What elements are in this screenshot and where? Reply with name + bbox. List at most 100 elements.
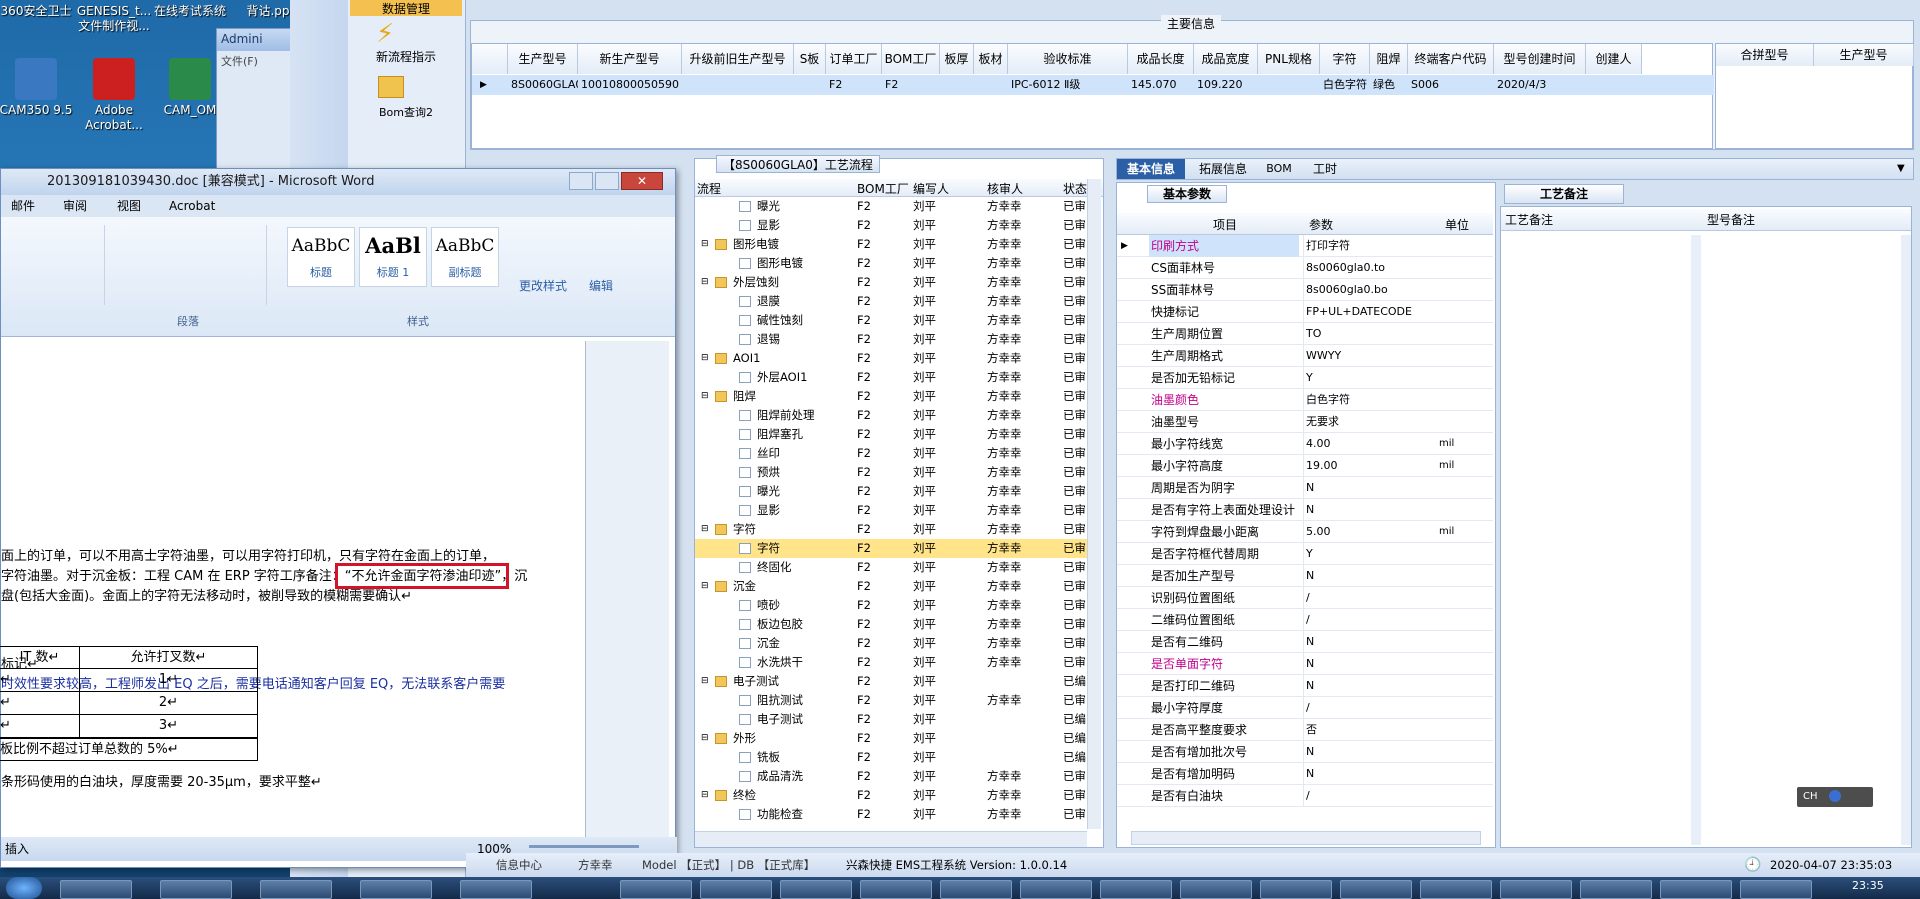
- param-value[interactable]: N: [1303, 763, 1433, 785]
- process-row[interactable]: 水洗烘干 F2 刘平 方幸幸 已审: [695, 653, 1095, 672]
- param-value[interactable]: /: [1303, 587, 1433, 609]
- process-row[interactable]: ⊟ AOI1 F2 刘平 方幸幸 已审: [695, 349, 1095, 368]
- param-value[interactable]: 19.00: [1303, 455, 1433, 477]
- taskbar-button[interactable]: [1660, 880, 1732, 899]
- collapse-icon[interactable]: ⊟: [701, 387, 709, 406]
- main-col-header[interactable]: BOM工厂: [882, 44, 940, 74]
- ime-toolbar[interactable]: CH: [1797, 787, 1873, 807]
- main-cell[interactable]: 白色字符: [1320, 75, 1370, 95]
- zoom-slider[interactable]: [529, 845, 639, 848]
- lightning-icon[interactable]: ⚡: [376, 20, 406, 48]
- start-button[interactable]: [6, 877, 42, 899]
- main-cell[interactable]: F2: [826, 75, 882, 95]
- param-value[interactable]: N: [1303, 675, 1433, 697]
- main-cell[interactable]: [1586, 75, 1642, 95]
- process-row[interactable]: 曝光 F2 刘平 方幸幸 已审: [695, 482, 1095, 501]
- desktop-icon[interactable]: Adobe Acrobat...: [74, 58, 154, 133]
- tab-dropdown-icon[interactable]: ▼: [1897, 159, 1905, 179]
- main-cell[interactable]: S006: [1408, 75, 1494, 95]
- param-row[interactable]: 识别码位置图纸 /: [1117, 587, 1493, 609]
- process-row[interactable]: ⊟ 电子测试 F2 刘平 已编: [695, 672, 1095, 691]
- param-row[interactable]: 字符到焊盘最小距离 5.00 mil: [1117, 521, 1493, 543]
- process-row[interactable]: ⊟ 终检 F2 刘平 方幸幸 已审: [695, 786, 1095, 805]
- style-subtitle[interactable]: AaBbC 副标题: [431, 227, 499, 287]
- param-value[interactable]: 白色字符: [1303, 389, 1433, 411]
- process-row[interactable]: 板边包胶 F2 刘平 方幸幸 已审: [695, 615, 1095, 634]
- process-row[interactable]: 阻焊塞孔 F2 刘平 方幸幸 已审: [695, 425, 1095, 444]
- col-param[interactable]: 参数: [1309, 216, 1333, 233]
- process-row[interactable]: 外层AOI1 F2 刘平 方幸幸 已审: [695, 368, 1095, 387]
- edit-button[interactable]: 编辑: [589, 277, 613, 294]
- collapse-icon[interactable]: ⊟: [701, 235, 709, 254]
- tab-extended-info[interactable]: 拓展信息: [1193, 159, 1253, 179]
- taskbar-button[interactable]: [620, 880, 692, 899]
- col-bom-factory[interactable]: BOM工厂: [857, 180, 909, 197]
- col-unit[interactable]: 单位: [1445, 216, 1469, 233]
- process-hscrollbar[interactable]: [695, 831, 1087, 847]
- taskbar-button[interactable]: [700, 880, 772, 899]
- main-cell[interactable]: 145.070: [1128, 75, 1194, 95]
- process-row[interactable]: 成品清洗 F2 刘平 方幸幸 已审: [695, 767, 1095, 786]
- taskbar-button[interactable]: [360, 880, 432, 899]
- process-row[interactable]: 显影 F2 刘平 方幸幸 已审: [695, 501, 1095, 520]
- param-row[interactable]: 是否加生产型号 N: [1117, 565, 1493, 587]
- col-writer[interactable]: 编写人: [913, 180, 949, 197]
- taskbar-button[interactable]: [940, 880, 1012, 899]
- process-row[interactable]: 终固化 F2 刘平 方幸幸 已审: [695, 558, 1095, 577]
- process-row[interactable]: 退锡 F2 刘平 方幸幸 已审: [695, 330, 1095, 349]
- ime-help-icon[interactable]: [1828, 790, 1841, 802]
- taskbar-button[interactable]: [1340, 880, 1412, 899]
- main-grid-row[interactable]: ▶ 8S0060GLA0 10010800050590 F2 F2 IPC-6012 Ⅱ…: [472, 75, 1714, 95]
- process-row[interactable]: 预烘 F2 刘平 方幸幸 已审: [695, 463, 1095, 482]
- process-row[interactable]: 喷砂 F2 刘平 方幸幸 已审: [695, 596, 1095, 615]
- main-col-header[interactable]: S板: [794, 44, 826, 74]
- taskbar-button[interactable]: [1500, 880, 1572, 899]
- param-row[interactable]: 最小字符高度 19.00 mil: [1117, 455, 1493, 477]
- collapse-icon[interactable]: ⊟: [701, 520, 709, 539]
- nav-item-bom-query[interactable]: Bom查询2: [350, 104, 462, 120]
- param-row[interactable]: 二维码位置图纸 /: [1117, 609, 1493, 631]
- taskbar-button[interactable]: [260, 880, 332, 899]
- tab-bom[interactable]: BOM: [1257, 159, 1301, 179]
- tab-work-hours[interactable]: 工时: [1305, 159, 1345, 179]
- param-row[interactable]: 是否加无铅标记 Y: [1117, 367, 1493, 389]
- param-row[interactable]: 油墨颜色 白色字符: [1117, 389, 1493, 411]
- params-hscrollbar[interactable]: [1131, 831, 1481, 845]
- style-title[interactable]: AaBbC 标题: [287, 227, 355, 287]
- param-value[interactable]: N: [1303, 631, 1433, 653]
- taskbar-button[interactable]: [1260, 880, 1332, 899]
- param-value[interactable]: Y: [1303, 543, 1433, 565]
- taskbar-button[interactable]: [1580, 880, 1652, 899]
- param-row[interactable]: 是否有白油块 /: [1117, 785, 1493, 807]
- col-flow[interactable]: 流程: [697, 180, 721, 197]
- process-row[interactable]: 显影 F2 刘平 方幸幸 已审: [695, 216, 1095, 235]
- col-merge-model[interactable]: 合拼型号: [1716, 44, 1814, 66]
- param-row[interactable]: 是否字符框代替周期 Y: [1117, 543, 1493, 565]
- menu-mail[interactable]: 邮件: [11, 195, 35, 217]
- process-row[interactable]: ⊟ 沉金 F2 刘平 方幸幸 已审: [695, 577, 1095, 596]
- process-row[interactable]: ⊟ 外形 F2 刘平 已编: [695, 729, 1095, 748]
- param-row[interactable]: SS面菲林号 8s0060gla0.bo: [1117, 279, 1493, 301]
- main-col-header[interactable]: 成品长度: [1128, 44, 1194, 74]
- process-row[interactable]: ⊟ 图形电镀 F2 刘平 方幸幸 已审: [695, 235, 1095, 254]
- process-row[interactable]: 阻抗测试 F2 刘平 方幸幸 已审: [695, 691, 1095, 710]
- nav-data-mgmt[interactable]: 数据管理: [350, 0, 462, 16]
- main-cell[interactable]: [682, 75, 794, 95]
- main-col-header[interactable]: 创建人: [1586, 44, 1642, 74]
- taskbar-button[interactable]: [460, 880, 532, 899]
- col-production-model[interactable]: 生产型号: [1814, 44, 1914, 66]
- main-col-header[interactable]: 生产型号: [508, 44, 578, 74]
- param-value[interactable]: 5.00: [1303, 521, 1433, 543]
- main-cell[interactable]: 2020/4/3: [1494, 75, 1586, 95]
- param-value[interactable]: 无要求: [1303, 411, 1433, 433]
- process-row[interactable]: 丝印 F2 刘平 方幸幸 已审: [695, 444, 1095, 463]
- main-cell[interactable]: 8S0060GLA0: [508, 75, 578, 95]
- process-vscrollbar[interactable]: [1087, 179, 1101, 829]
- change-style-button[interactable]: 更改样式: [519, 277, 567, 294]
- param-value[interactable]: Y: [1303, 367, 1433, 389]
- param-row[interactable]: 油墨型号 无要求: [1117, 411, 1493, 433]
- process-row[interactable]: 电子测试 F2 刘平 已编: [695, 710, 1095, 729]
- collapse-icon[interactable]: ⊟: [701, 273, 709, 292]
- menu-review[interactable]: 审阅: [63, 195, 87, 217]
- main-cell[interactable]: 109.220: [1194, 75, 1258, 95]
